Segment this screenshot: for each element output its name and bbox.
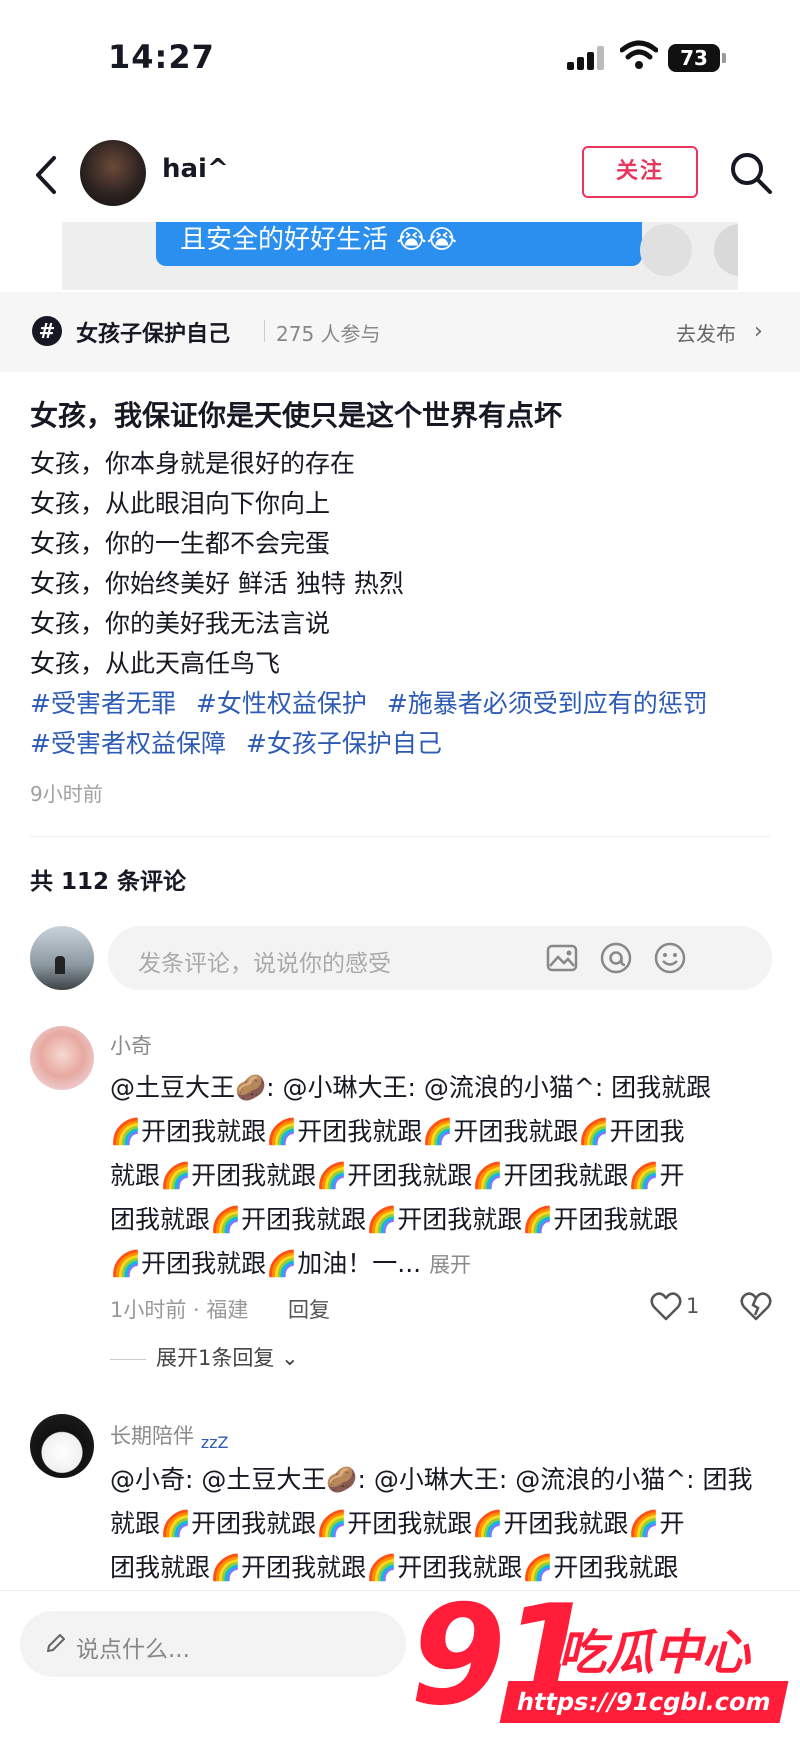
comment-line: @土豆大王🥔: @小琳大王: @流浪的小猫^: 团我就跟 [110,1073,712,1102]
comment-line: 就跟🌈开团我就跟🌈开团我就跟🌈开团我就跟🌈开 [110,1509,685,1538]
hashtag-link[interactable]: #受害者无罪 [30,689,176,718]
status-bar: 14:27 73 [0,0,800,110]
commenter-name[interactable]: 长期陪伴 zzZ [110,1420,228,1452]
wifi-icon [620,40,658,69]
hashtag-link[interactable]: #女孩子保护自己 [246,729,442,758]
post-line: 女孩，你始终美好 鲜活 独特 热烈 [30,569,404,598]
comment-input[interactable]: 发条评论，说说你的感受 [108,926,772,990]
hashtag-link[interactable]: #施暴者必须受到应有的惩罚 [387,689,708,718]
follow-button[interactable]: 关注 [582,146,698,198]
post-line: 女孩，你的一生都不会完蛋 [30,529,331,558]
commenter-avatar[interactable] [30,1026,94,1090]
divider [30,836,770,837]
mention-icon[interactable] [598,940,634,976]
post-line: 女孩，你本身就是很好的存在 [30,449,356,478]
signal-icon [567,46,607,70]
bottom-input-placeholder: 说点什么... [76,1637,190,1663]
topic-participant-count: 275 人参与 [276,322,381,346]
post-body: 女孩，你本身就是很好的存在 女孩，从此眼泪向下你向上 女孩，你的一生都不会完蛋 … [30,444,780,684]
comment-text: @土豆大王🥔: @小琳大王: @流浪的小猫^: 团我就跟 🌈开团我就跟🌈开团我就… [110,1066,770,1286]
post-title: 女孩，我保证你是天使只是这个世界有点坏 [30,399,563,432]
status-time: 14:27 [108,38,215,76]
comment-count: 共 112 条评论 [30,869,187,895]
comment-text: @小奇: @土豆大王🥔: @小琳大王: @流浪的小猫^: 团我 就跟🌈开团我就跟… [110,1458,770,1590]
author-username[interactable]: hai^ [162,154,229,184]
pencil-icon [47,1634,65,1652]
post-line: 女孩，从此天高任鸟飞 [30,649,281,678]
hashtag-link[interactable]: #女性权益保护 [196,689,367,718]
search-icon[interactable] [728,150,774,196]
comment-line: 🌈开团我就跟🌈加油！一... [110,1249,422,1278]
commenter-avatar[interactable] [30,1414,94,1478]
comment-meta: 1小时前 · 福建 [110,1298,249,1322]
chevron-right-icon: › [754,319,763,344]
post-hashtags: #受害者无罪 #女性权益保护 #施暴者必须受到应有的惩罚 #受害者权益保障 #女… [30,684,780,764]
divider [264,320,265,342]
back-icon[interactable] [26,150,66,200]
bottom-comment-input[interactable]: 说点什么... [20,1611,406,1677]
topic-bar[interactable]: # 女孩子保护自己 275 人参与 去发布 › [0,292,800,372]
comment-line: 就跟🌈开团我就跟🌈开团我就跟🌈开团我就跟🌈开 [110,1161,685,1190]
expand-replies-button[interactable]: 展开1条回复 ⌄ [110,1342,299,1372]
comment-line: 🌈开团我就跟🌈开团我就跟🌈开团我就跟🌈开团我 [110,1117,685,1146]
like-count: 1 [686,1294,700,1318]
battery-indicator: 73 [668,44,726,72]
heart-icon[interactable] [650,1292,682,1322]
commenter-name-text: 长期陪伴 [110,1424,194,1448]
post-line: 女孩，你的美好我无法言说 [30,609,331,638]
commenter-name[interactable]: 小奇 [110,1030,152,1060]
watermark-logo: 91 吃瓜中心 https://91cgbl.com [410,1575,800,1739]
watermark-text: 吃瓜中心 [558,1625,751,1681]
broken-heart-icon[interactable] [740,1292,772,1322]
topic-name: 女孩子保护自己 [76,322,231,347]
hashtag-link[interactable]: #受害者权益保障 [30,729,226,758]
hashtag-icon: # [32,316,62,346]
scan-icon[interactable] [640,224,692,276]
my-avatar [30,926,94,990]
commenter-name-suffix: zzZ [200,1433,229,1453]
author-avatar[interactable] [80,140,146,206]
emoji-icon[interactable] [652,940,688,976]
image-icon[interactable] [544,940,580,976]
post-timestamp: 9小时前 [30,782,103,806]
post-line: 女孩，从此眼泪向下你向上 [30,489,331,518]
reply-button[interactable]: 回复 [288,1294,330,1324]
comment-input-placeholder: 发条评论，说说你的感受 [138,951,391,977]
comment-line: @小奇: @土豆大王🥔: @小琳大王: @流浪的小猫^: 团我 [110,1465,753,1494]
comment-line: 团我就跟🌈开团我就跟🌈开团我就跟🌈开团我就跟 [110,1205,679,1234]
expand-comment-link[interactable]: 展开 [429,1253,471,1277]
video-caption: 且安全的好好生活 😭😭 [156,222,642,266]
watermark-url: https://91cgbl.com [499,1681,789,1723]
topic-publish-link[interactable]: 去发布 [676,318,736,347]
header: hai^ 关注 [0,130,800,220]
video-preview[interactable]: 且安全的好好生活 😭😭 [62,222,738,290]
pause-icon[interactable] [714,224,738,276]
